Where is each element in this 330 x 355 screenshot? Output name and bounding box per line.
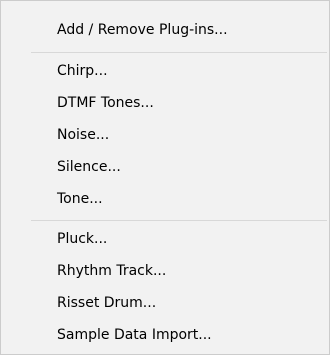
menu-item-tone[interactable]: Tone... xyxy=(57,188,103,210)
menu-item-dtmf-tones[interactable]: DTMF Tones... xyxy=(57,92,154,114)
menu-item-silence[interactable]: Silence... xyxy=(57,156,121,178)
menu-item-rhythm-track[interactable]: Rhythm Track... xyxy=(57,260,166,282)
menu-separator xyxy=(31,52,327,53)
menu-item-add-remove-plugins[interactable]: Add / Remove Plug-ins... xyxy=(57,19,228,41)
menu-separator xyxy=(31,220,327,221)
menu-item-risset-drum[interactable]: Risset Drum... xyxy=(57,292,156,314)
menu-item-noise[interactable]: Noise... xyxy=(57,124,109,146)
menu-item-sample-data-import[interactable]: Sample Data Import... xyxy=(57,324,212,346)
generate-menu: Add / Remove Plug-ins... Chirp... DTMF T… xyxy=(0,0,330,355)
menu-item-chirp[interactable]: Chirp... xyxy=(57,60,108,82)
menu-item-pluck[interactable]: Pluck... xyxy=(57,228,107,250)
